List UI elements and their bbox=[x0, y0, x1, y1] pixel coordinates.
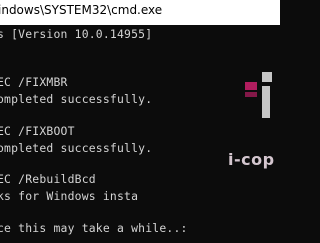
window-title: indows\SYSTEM32\cmd.exe bbox=[0, 3, 163, 17]
console-line: EC /FIXMBR bbox=[0, 75, 68, 89]
console-line: ompleted successfully. bbox=[0, 141, 153, 155]
console-line: EC /RebuildBcd bbox=[0, 172, 96, 186]
title-bar[interactable]: indows\SYSTEM32\cmd.exe bbox=[0, 0, 280, 26]
watermark-text: i-cop bbox=[228, 150, 275, 169]
console-line: ce this may take a while..: bbox=[0, 221, 188, 235]
console-output[interactable]: s [Version 10.0.14955] EC /FIXMBR omplet… bbox=[0, 25, 280, 243]
watermark-logo bbox=[245, 72, 272, 118]
console-line: ompleted successfully. bbox=[0, 92, 153, 106]
console-line: EC /FIXBOOT bbox=[0, 124, 75, 138]
console-line: s [Version 10.0.14955] bbox=[0, 27, 153, 41]
console-line: ks for Windows insta bbox=[0, 189, 139, 203]
